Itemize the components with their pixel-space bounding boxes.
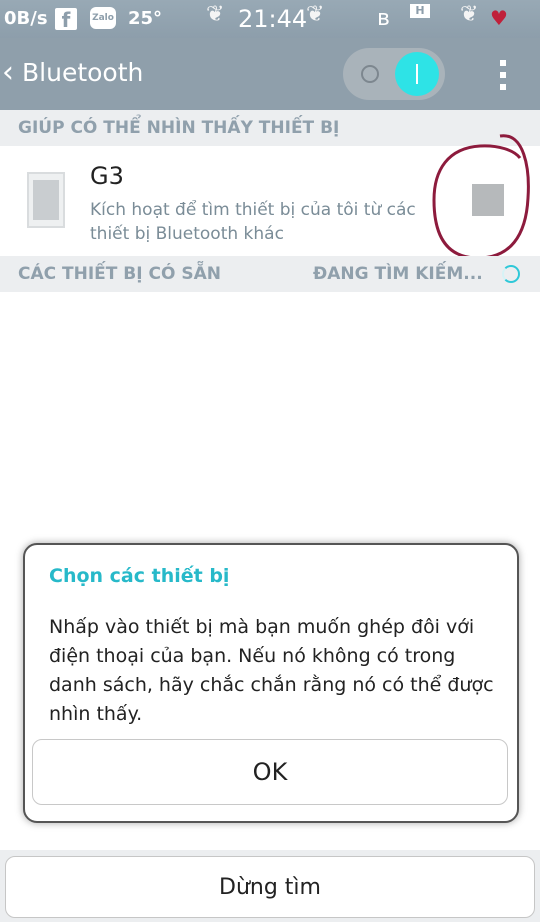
- network-speed: 0B/s: [4, 8, 48, 29]
- signal-icon: H: [410, 4, 430, 18]
- heart-icon: ♥: [490, 6, 508, 30]
- clock: 21:44: [238, 5, 308, 33]
- dialog-message: Nhấp vào thiết bị mà bạn muốn ghép đôi v…: [49, 616, 494, 725]
- scanning-status: ĐANG TÌM KIẾM...: [313, 264, 483, 284]
- dialog-title: Chọn các thiết bị: [49, 565, 230, 587]
- facebook-icon: f: [55, 8, 77, 32]
- toggle-knob: [395, 52, 439, 96]
- select-devices-dialog: Chọn các thiết bị Nhấp vào thiết bị mà b…: [23, 543, 519, 823]
- spinner-icon: [502, 265, 520, 283]
- device-name: G3: [90, 162, 124, 190]
- available-devices-header: CÁC THIẾT BỊ CÓ SẴN ĐANG TÌM KIẾM...: [0, 256, 540, 292]
- section-label: GIÚP CÓ THỂ NHÌN THẤY THIẾT BỊ: [18, 118, 340, 138]
- stop-search-button[interactable]: Dừng tìm: [5, 856, 535, 918]
- bottom-bar: Dừng tìm: [0, 850, 540, 922]
- bluetooth-toggle[interactable]: [343, 48, 445, 100]
- back-button[interactable]: ‹ Bluetooth: [0, 38, 160, 110]
- winged-heart-icon: ❦: [460, 2, 479, 27]
- hand-drawn-circle-annotation: [432, 134, 530, 260]
- ok-button[interactable]: OK: [32, 739, 508, 805]
- page-title: Bluetooth: [22, 58, 144, 87]
- status-bar: 0B/s f Zalo 25° ❦ 21:44 ❦ ʙ H ❦ ♥: [0, 0, 540, 38]
- menu-dot: [500, 84, 506, 90]
- temperature: 25°: [128, 8, 163, 29]
- zalo-icon: Zalo: [90, 7, 116, 29]
- toggle-off-icon: [361, 65, 379, 83]
- phone-screen: [33, 180, 59, 220]
- section-label: CÁC THIẾT BỊ CÓ SẴN: [18, 264, 221, 284]
- menu-dot: [500, 72, 506, 78]
- overflow-menu-icon[interactable]: [490, 54, 518, 94]
- angel-wings-icon: ❦: [206, 2, 225, 27]
- bluetooth-icon: ʙ: [377, 6, 390, 31]
- menu-dot: [500, 60, 506, 66]
- phone-icon: [27, 172, 65, 228]
- toggle-on-icon: [416, 64, 418, 84]
- angel-wings-icon: ❦: [306, 2, 325, 27]
- device-description: Kích hoạt để tìm thiết bị của tôi từ các…: [90, 200, 416, 244]
- action-bar: ‹ Bluetooth: [0, 38, 540, 110]
- chevron-left-icon: ‹: [2, 55, 14, 90]
